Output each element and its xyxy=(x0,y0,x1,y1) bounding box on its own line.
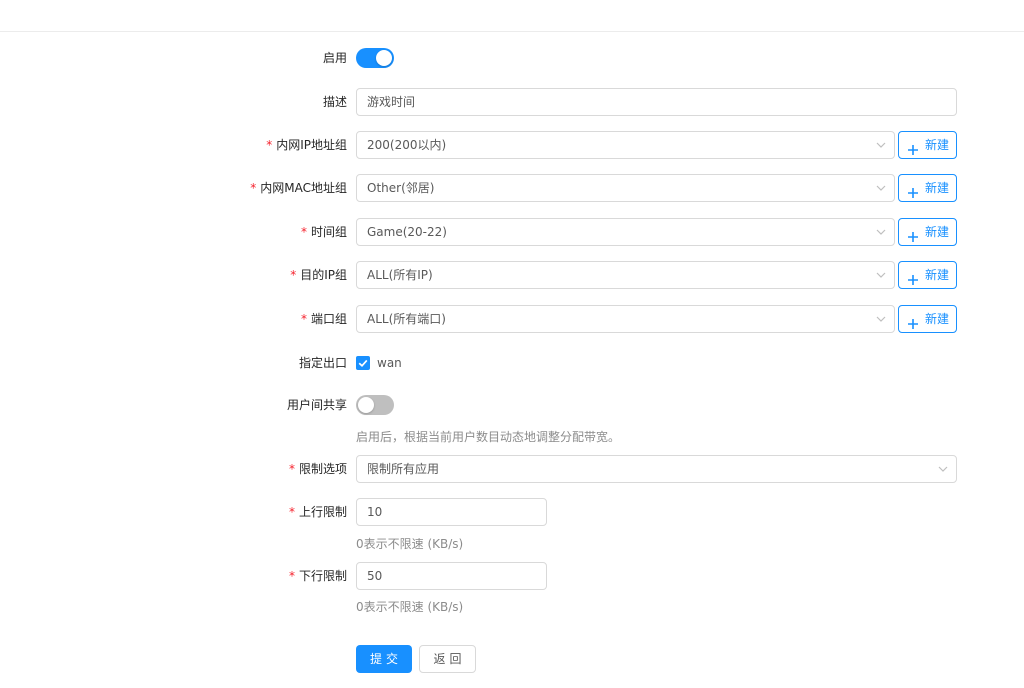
lan-ip-group-new-button[interactable]: 新建 xyxy=(898,131,957,159)
required-mark: * xyxy=(300,225,307,239)
download-limit-label: * 下行限制 xyxy=(288,569,347,583)
required-mark: * xyxy=(266,138,273,152)
upload-limit-hint: 0表示不限速 (KB/s) xyxy=(356,537,464,551)
description-row: 描述 游戏时间 xyxy=(0,88,1024,116)
lan-ip-group-select[interactable]: 200(200以内) xyxy=(356,131,895,159)
upload-limit-label: * 上行限制 xyxy=(288,505,347,519)
download-limit-hint: 0表示不限速 (KB/s) xyxy=(356,600,464,614)
lan-mac-group-row: * 内网MAC地址组 Other(邻居) 新建 xyxy=(0,174,1024,202)
dest-ip-group-new-button[interactable]: 新建 xyxy=(898,261,957,289)
top-divider xyxy=(0,31,1024,32)
chevron-down-icon xyxy=(876,227,886,237)
user-share-switch[interactable] xyxy=(356,395,394,415)
upload-limit-input[interactable]: 10 xyxy=(356,498,547,526)
upload-limit-row: * 上行限制 10 xyxy=(0,498,1024,526)
switch-knob xyxy=(376,50,392,66)
required-mark: * xyxy=(300,312,307,326)
submit-button[interactable]: 提交 xyxy=(356,645,412,673)
back-button[interactable]: 返回 xyxy=(419,645,476,673)
chevron-down-icon xyxy=(876,140,886,150)
chevron-down-icon xyxy=(876,183,886,193)
user-share-label: 用户间共享 xyxy=(286,398,347,412)
wan-checkbox-label[interactable]: wan xyxy=(377,349,402,377)
port-group-label: * 端口组 xyxy=(300,312,347,326)
dest-ip-group-select[interactable]: ALL(所有IP) xyxy=(356,261,895,289)
chevron-down-icon xyxy=(938,464,948,474)
time-group-new-button[interactable]: 新建 xyxy=(898,218,957,246)
dest-ip-group-label: * 目的IP组 xyxy=(290,268,347,282)
plus-icon xyxy=(907,182,919,198)
user-share-row: 用户间共享 xyxy=(0,391,1024,419)
limit-option-select[interactable]: 限制所有应用 xyxy=(356,455,957,483)
enable-row: 启用 xyxy=(0,44,1024,72)
required-mark: * xyxy=(288,462,295,476)
download-limit-row: * 下行限制 50 xyxy=(0,562,1024,590)
port-group-select[interactable]: ALL(所有端口) xyxy=(356,305,895,333)
new-button-label: 新建 xyxy=(925,138,950,152)
egress-label: 指定出口 xyxy=(298,356,347,370)
plus-icon xyxy=(907,313,919,329)
lan-ip-group-value: 200(200以内) xyxy=(367,138,447,152)
switch-knob xyxy=(358,397,374,413)
time-group-value: Game(20-22) xyxy=(367,225,447,239)
lan-ip-group-label: * 内网IP地址组 xyxy=(266,138,347,152)
plus-icon xyxy=(907,139,919,155)
new-button-label: 新建 xyxy=(925,268,950,282)
time-group-row: * 时间组 Game(20-22) 新建 xyxy=(0,218,1024,246)
egress-row: 指定出口 wan xyxy=(0,349,1024,377)
plus-icon xyxy=(907,269,919,285)
time-group-label: * 时间组 xyxy=(300,225,347,239)
new-button-label: 新建 xyxy=(925,181,950,195)
user-share-hint: 启用后，根据当前用户数目动态地调整分配带宽。 xyxy=(356,430,621,444)
chevron-down-icon xyxy=(876,314,886,324)
dest-ip-group-row: * 目的IP组 ALL(所有IP) 新建 xyxy=(0,261,1024,289)
enable-switch[interactable] xyxy=(356,48,394,68)
plus-icon xyxy=(907,226,919,242)
new-button-label: 新建 xyxy=(925,312,950,326)
required-mark: * xyxy=(288,569,295,583)
download-limit-input[interactable]: 50 xyxy=(356,562,547,590)
port-group-value: ALL(所有端口) xyxy=(367,312,446,326)
check-icon xyxy=(358,359,368,368)
lan-mac-group-label: * 内网MAC地址组 xyxy=(250,181,347,195)
lan-mac-group-value: Other(邻居) xyxy=(367,181,435,195)
new-button-label: 新建 xyxy=(925,225,950,239)
required-mark: * xyxy=(290,268,297,282)
lan-mac-group-select[interactable]: Other(邻居) xyxy=(356,174,895,202)
lan-ip-group-row: * 内网IP地址组 200(200以内) 新建 xyxy=(0,131,1024,159)
port-group-new-button[interactable]: 新建 xyxy=(898,305,957,333)
limit-option-row: * 限制选项 限制所有应用 xyxy=(0,455,1024,483)
time-group-select[interactable]: Game(20-22) xyxy=(356,218,895,246)
chevron-down-icon xyxy=(876,270,886,280)
required-mark: * xyxy=(250,181,257,195)
description-label: 描述 xyxy=(322,95,347,109)
lan-mac-group-new-button[interactable]: 新建 xyxy=(898,174,957,202)
description-input[interactable]: 游戏时间 xyxy=(356,88,957,116)
limit-option-value: 限制所有应用 xyxy=(367,462,440,476)
port-group-row: * 端口组 ALL(所有端口) 新建 xyxy=(0,305,1024,333)
dest-ip-group-value: ALL(所有IP) xyxy=(367,268,433,282)
enable-label: 启用 xyxy=(322,51,347,65)
wan-checkbox[interactable] xyxy=(356,356,370,370)
limit-option-label: * 限制选项 xyxy=(288,462,347,476)
required-mark: * xyxy=(288,505,295,519)
